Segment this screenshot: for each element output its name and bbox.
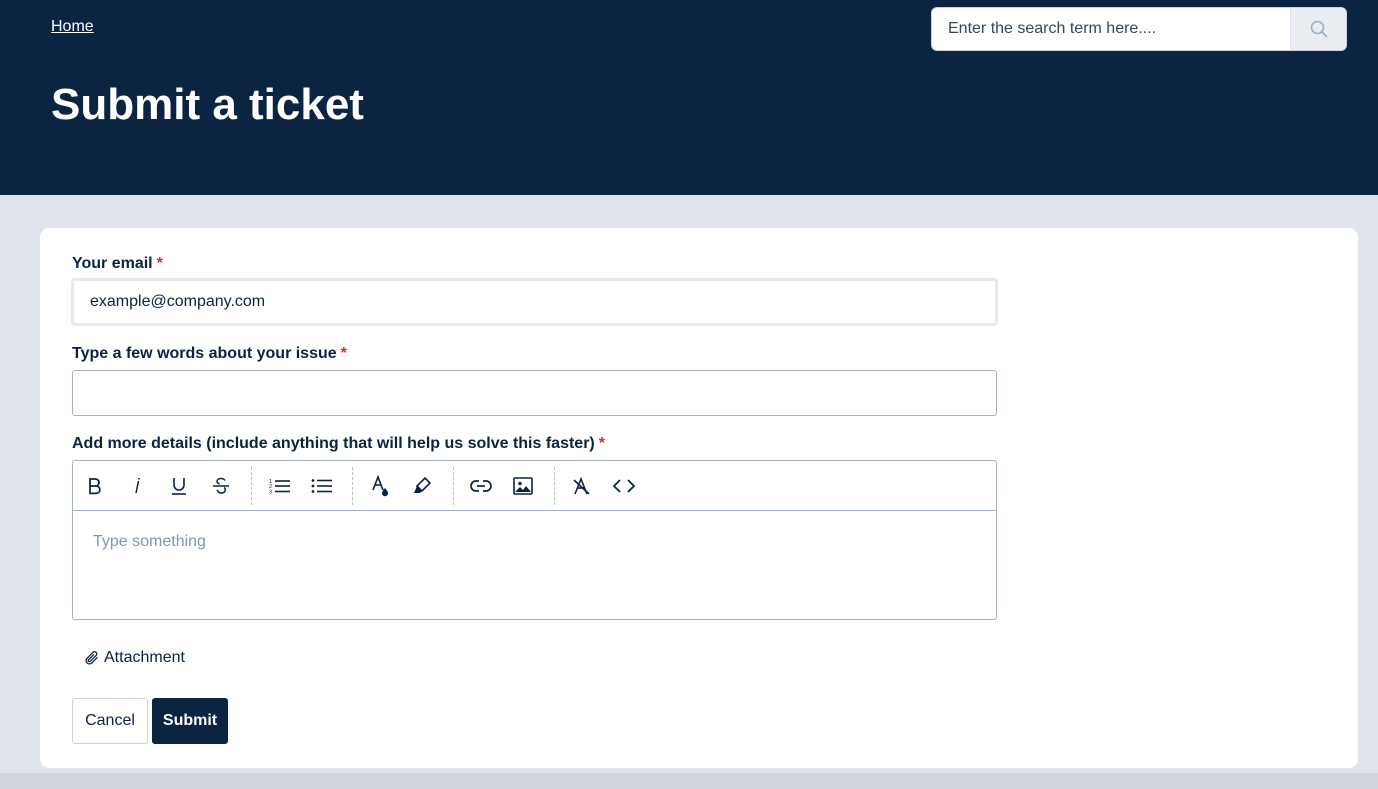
attachment-label: Attachment <box>104 649 185 666</box>
numbered-list-button[interactable]: 123 <box>264 471 296 501</box>
details-rich-text-editor: 123 Type something <box>72 460 997 620</box>
link-icon <box>470 480 492 492</box>
page-header: Home Submit a ticket <box>0 0 1378 195</box>
attachment-button[interactable]: Attachment <box>84 649 185 667</box>
numbered-list-icon: 123 <box>269 479 290 496</box>
email-label: Your email * <box>72 255 163 272</box>
search-input[interactable] <box>932 8 1290 50</box>
paperclip-icon <box>85 651 98 665</box>
breadcrumb-home-link[interactable]: Home <box>51 18 94 36</box>
text-color-icon <box>372 475 388 497</box>
italic-icon <box>135 477 140 494</box>
image-icon <box>513 477 533 495</box>
bulleted-list-button[interactable] <box>306 471 338 501</box>
underline-icon <box>172 478 186 495</box>
search-bar <box>931 7 1347 51</box>
underline-button[interactable] <box>163 471 195 501</box>
highlight-button[interactable] <box>406 471 438 501</box>
toolbar-divider <box>453 467 454 505</box>
search-icon <box>1310 20 1327 38</box>
page-bottom-shade <box>0 773 1378 789</box>
search-button[interactable] <box>1290 8 1346 50</box>
required-marker: * <box>598 435 605 452</box>
clear-formatting-button[interactable] <box>566 471 598 501</box>
bulleted-list-icon <box>311 479 332 493</box>
email-field[interactable] <box>72 279 997 325</box>
text-color-button[interactable] <box>364 471 396 501</box>
subject-field[interactable] <box>72 370 997 416</box>
highlight-icon <box>414 476 432 493</box>
submit-button[interactable]: Submit <box>152 698 228 744</box>
clear-formatting-icon <box>573 476 590 495</box>
cancel-button[interactable]: Cancel <box>72 698 148 744</box>
strikethrough-button[interactable] <box>205 471 237 501</box>
toolbar-divider <box>251 467 252 505</box>
italic-button[interactable] <box>121 471 153 501</box>
required-marker: * <box>340 345 347 362</box>
bold-button[interactable] <box>79 471 111 501</box>
details-label: Add more details (include anything that … <box>72 435 605 452</box>
required-marker: * <box>156 255 163 272</box>
toolbar-divider <box>554 467 555 505</box>
toolbar-divider <box>352 467 353 505</box>
strikethrough-icon <box>213 477 229 494</box>
details-text-area[interactable]: Type something <box>73 511 996 573</box>
editor-toolbar: 123 <box>73 461 996 511</box>
page-title: Submit a ticket <box>51 80 364 129</box>
subject-label: Type a few words about your issue * <box>72 345 347 362</box>
code-icon <box>613 479 635 493</box>
bold-icon <box>89 478 101 495</box>
code-view-button[interactable] <box>608 471 640 501</box>
insert-image-button[interactable] <box>507 471 539 501</box>
insert-link-button[interactable] <box>465 471 497 501</box>
svg-text:3: 3 <box>269 490 272 496</box>
